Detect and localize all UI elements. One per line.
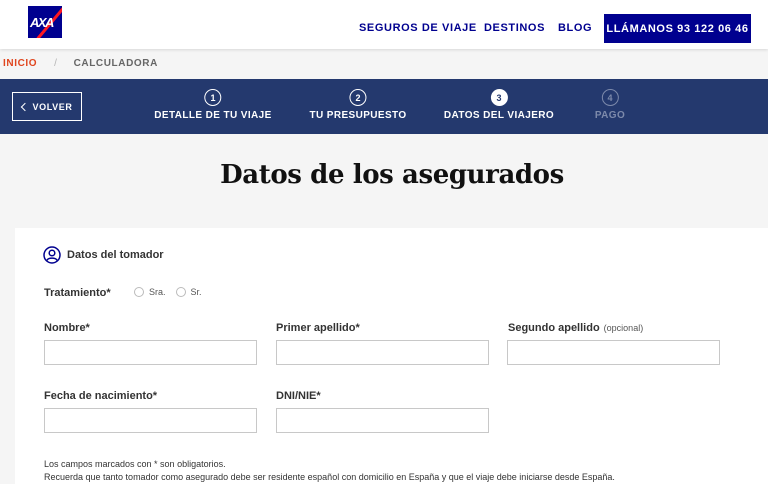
tratamiento-label: Tratamiento* [44, 287, 111, 299]
call-button[interactable]: LLÁMANOS 93 122 06 46 [604, 14, 751, 43]
section-header: Datos del tomador [43, 246, 164, 264]
primer-apellido-field[interactable] [276, 340, 489, 365]
breadcrumb-current: CALCULADORA [73, 58, 158, 69]
step-datos-viajero: 3 DATOS DEL VIAJERO [444, 89, 554, 121]
step-number: 1 [204, 89, 222, 106]
segundo-apellido-label: Segundo apellido (opcional) [508, 322, 643, 334]
step-label: DETALLE DE TU VIAJE [154, 110, 272, 121]
step-number: 4 [601, 89, 619, 106]
progress-steps-bar: VOLVER 1 DETALLE DE TU VIAJE 2 TU PRESUP… [0, 79, 768, 134]
radio-sra[interactable]: Sra. [134, 287, 166, 297]
tratamiento-radio-group: Sra. Sr. [134, 287, 202, 297]
dni-nie-label: DNI/NIE* [276, 390, 321, 402]
primer-apellido-label: Primer apellido* [276, 322, 360, 334]
step-pago: 4 PAGO [595, 89, 625, 121]
step-presupuesto[interactable]: 2 TU PRESUPUESTO [309, 89, 406, 121]
breadcrumb: INICIO / CALCULADORA [3, 58, 158, 69]
breadcrumb-separator: / [54, 58, 58, 69]
nombre-field[interactable] [44, 340, 257, 365]
step-number: 2 [349, 89, 367, 106]
site-header: AXA SEGUROS DE VIAJE DESTINOS BLOG LLÁMA… [0, 0, 768, 49]
nav-seguros-de-viaje[interactable]: SEGUROS DE VIAJE [359, 22, 477, 34]
fecha-nacimiento-field[interactable] [44, 408, 257, 433]
radio-label: Sr. [190, 287, 202, 297]
breadcrumb-home[interactable]: INICIO [3, 58, 37, 69]
segundo-apellido-field[interactable] [507, 340, 720, 365]
step-number: 3 [490, 89, 508, 106]
segundo-apellido-text: Segundo apellido [508, 322, 600, 334]
radio-circle[interactable] [175, 287, 186, 297]
residency-note: Recuerda que tanto tomador como asegurad… [44, 472, 615, 482]
dni-nie-field[interactable] [276, 408, 489, 433]
user-circle-icon [43, 246, 61, 264]
chevron-left-icon [20, 102, 29, 112]
logo-text: AXA [30, 15, 54, 30]
page-title: Datos de los asegurados [220, 160, 564, 190]
optional-hint: (opcional) [603, 323, 644, 333]
section-title: Datos del tomador [67, 249, 164, 261]
form-notes: Los campos marcados con * son obligatori… [44, 458, 615, 484]
back-button[interactable]: VOLVER [12, 92, 82, 121]
radio-circle[interactable] [134, 287, 144, 297]
step-detalle-viaje[interactable]: 1 DETALLE DE TU VIAJE [154, 89, 271, 121]
fecha-nacimiento-label: Fecha de nacimiento* [44, 390, 158, 402]
required-note: Los campos marcados con * son obligatori… [44, 459, 226, 469]
nombre-label: Nombre* [44, 322, 90, 334]
step-label: DATOS DEL VIAJERO [443, 110, 555, 121]
radio-label: Sra. [149, 287, 166, 297]
step-label: PAGO [594, 110, 626, 121]
step-label: TU PRESUPUESTO [309, 110, 407, 121]
radio-sr[interactable]: Sr. [175, 287, 202, 297]
back-button-label: VOLVER [32, 101, 73, 112]
nav-destinos[interactable]: DESTINOS [484, 22, 545, 34]
nav-blog[interactable]: BLOG [558, 22, 592, 34]
axa-logo[interactable]: AXA [28, 6, 62, 38]
tomador-form-card: Datos del tomador Tratamiento* Sra. Sr. … [15, 228, 768, 484]
